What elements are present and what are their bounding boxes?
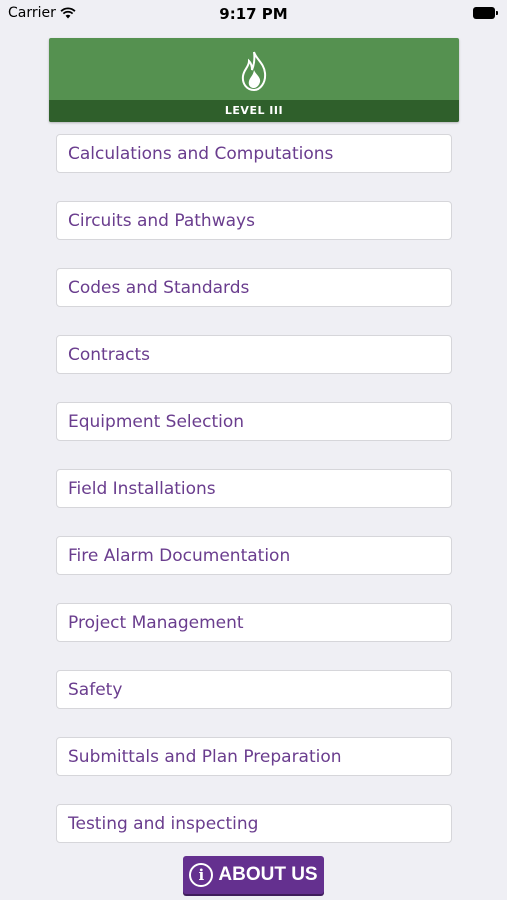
- menu-item[interactable]: Calculations and Computations: [56, 134, 452, 173]
- flame-icon: [241, 51, 267, 92]
- menu-item-label: Calculations and Computations: [68, 143, 334, 164]
- menu-item[interactable]: Fire Alarm Documentation: [56, 536, 452, 575]
- about-us-label: ABOUT US: [218, 864, 318, 885]
- menu-item-label: Testing and inspecting: [68, 813, 259, 834]
- menu-item[interactable]: Testing and inspecting: [56, 804, 452, 843]
- menu-item-label: Equipment Selection: [68, 411, 245, 432]
- menu-item-label: Fire Alarm Documentation: [68, 545, 291, 566]
- menu-item[interactable]: Contracts: [56, 335, 452, 374]
- battery-icon: [473, 7, 499, 19]
- menu-item-label: Project Management: [68, 612, 244, 633]
- info-icon: i: [189, 863, 214, 887]
- about-us-button[interactable]: i ABOUT US: [183, 856, 324, 894]
- status-bar: Carrier 9:17 PM: [0, 0, 507, 28]
- menu-item-label: Contracts: [68, 344, 150, 365]
- menu-item[interactable]: Equipment Selection: [56, 402, 452, 441]
- menu-item-label: Field Installations: [68, 478, 216, 499]
- header-banner: LEVEL III: [49, 38, 459, 122]
- clock: 9:17 PM: [219, 5, 288, 23]
- menu-item-label: Safety: [68, 679, 123, 700]
- menu-item[interactable]: Submittals and Plan Preparation: [56, 737, 452, 776]
- menu-item[interactable]: Circuits and Pathways: [56, 201, 452, 240]
- menu-item[interactable]: Project Management: [56, 603, 452, 642]
- level-label: LEVEL III: [49, 100, 459, 122]
- menu-item[interactable]: Codes and Standards: [56, 268, 452, 307]
- menu-item-label: Submittals and Plan Preparation: [68, 746, 342, 767]
- topic-menu: Calculations and Computations Circuits an…: [56, 134, 452, 871]
- menu-item[interactable]: Field Installations: [56, 469, 452, 508]
- menu-item-label: Codes and Standards: [68, 277, 250, 298]
- menu-item[interactable]: Safety: [56, 670, 452, 709]
- menu-item-label: Circuits and Pathways: [68, 210, 255, 231]
